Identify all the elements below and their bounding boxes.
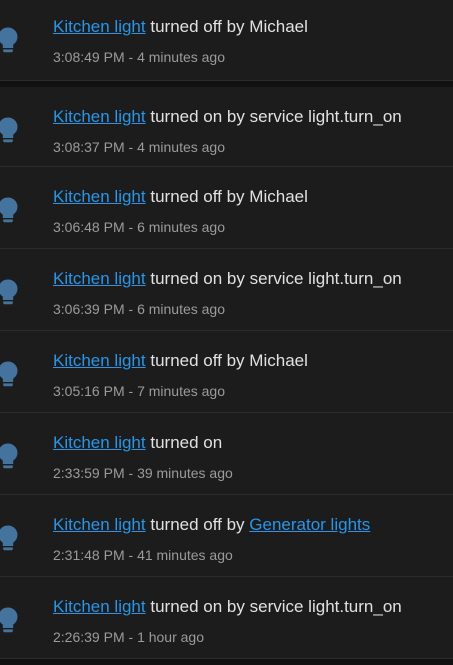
time-separator: - xyxy=(124,383,138,399)
time-separator: - xyxy=(124,49,138,65)
entity-link-kitchen-light[interactable]: Kitchen light xyxy=(53,107,146,126)
entry-message: Kitchen light turned off by Michael xyxy=(53,17,308,37)
entry-time: 3:06:39 PM xyxy=(53,301,125,317)
entry-timestamp: 2:31:48 PM - 41 minutes ago xyxy=(53,547,233,563)
entry-timestamp: 3:06:48 PM - 6 minutes ago xyxy=(53,219,225,235)
entry-time: 3:08:37 PM xyxy=(53,139,125,155)
logbook-entry: Kitchen light turned on by service light… xyxy=(0,87,453,167)
time-separator: - xyxy=(124,139,138,155)
logbook-entry: Kitchen light turned off by Michael 3:05:… xyxy=(0,331,453,413)
entry-message: Kitchen light turned on xyxy=(53,433,222,453)
entry-actor: service light.turn_on xyxy=(249,269,402,288)
entry-relative-time: 4 minutes ago xyxy=(137,49,226,65)
entry-message: Kitchen light turned on by service light… xyxy=(53,597,402,617)
time-separator: - xyxy=(124,301,138,317)
entry-message: Kitchen light turned off by Generator li… xyxy=(53,515,370,535)
entry-actor: Michael xyxy=(249,187,308,206)
entity-link-kitchen-light[interactable]: Kitchen light xyxy=(53,597,146,616)
lightbulb-icon xyxy=(0,524,20,552)
entity-link-kitchen-light[interactable]: Kitchen light xyxy=(53,351,146,370)
entry-action: turned off by xyxy=(150,17,245,36)
entry-time: 3:08:49 PM xyxy=(53,49,125,65)
entry-actor: Michael xyxy=(249,17,308,36)
entry-actor: service light.turn_on xyxy=(249,107,402,126)
entry-timestamp: 3:08:49 PM - 4 minutes ago xyxy=(53,49,225,65)
lightbulb-icon xyxy=(0,26,20,54)
logbook-entry: Kitchen light turned on by service light… xyxy=(0,249,453,331)
entry-action: turned on by xyxy=(150,269,245,288)
entry-action: turned off by xyxy=(150,351,245,370)
logbook-entry: Kitchen light turned off by Generator li… xyxy=(0,495,453,577)
entry-actor: service light.turn_on xyxy=(249,597,402,616)
entry-message: Kitchen light turned off by Michael xyxy=(53,351,308,371)
time-separator: - xyxy=(124,219,138,235)
time-separator: - xyxy=(124,547,138,563)
time-separator: - xyxy=(124,629,138,645)
entry-message: Kitchen light turned on by service light… xyxy=(53,269,402,289)
entry-action: turned on by xyxy=(150,107,245,126)
entry-relative-time: 6 minutes ago xyxy=(137,219,226,235)
entry-relative-time: 6 minutes ago xyxy=(137,301,226,317)
entry-time: 2:33:59 PM xyxy=(53,465,125,481)
entry-timestamp: 3:05:16 PM - 7 minutes ago xyxy=(53,383,225,399)
logbook-entry: Kitchen light turned on 2:33:59 PM - 39 m… xyxy=(0,413,453,495)
entry-action: turned off by xyxy=(150,515,245,534)
logbook-entry: Kitchen light turned off by Michael 3:08:… xyxy=(0,0,453,81)
entry-timestamp: 2:26:39 PM - 1 hour ago xyxy=(53,629,204,645)
time-separator: - xyxy=(124,465,138,481)
entry-relative-time: 41 minutes ago xyxy=(137,547,233,563)
entity-link-kitchen-light[interactable]: Kitchen light xyxy=(53,187,146,206)
entry-timestamp: 2:33:59 PM - 39 minutes ago xyxy=(53,465,233,481)
entry-time: 3:06:48 PM xyxy=(53,219,125,235)
entry-actor: Michael xyxy=(249,351,308,370)
entry-message: Kitchen light turned off by Michael xyxy=(53,187,308,207)
logbook-list: Kitchen light turned off by Michael 3:08:… xyxy=(0,0,453,665)
entity-link-kitchen-light[interactable]: Kitchen light xyxy=(53,269,146,288)
entry-time: 2:31:48 PM xyxy=(53,547,125,563)
entry-relative-time: 4 minutes ago xyxy=(137,139,226,155)
lightbulb-icon xyxy=(0,442,20,470)
entry-action: turned on by xyxy=(150,597,245,616)
lightbulb-icon xyxy=(0,278,20,306)
actor-link[interactable]: Generator lights xyxy=(249,515,370,534)
entry-action: turned on xyxy=(150,433,223,452)
entry-relative-time: 7 minutes ago xyxy=(137,383,226,399)
logbook-entry: Kitchen light turned on by service light… xyxy=(0,577,453,659)
logbook-entry: Kitchen light turned off by Michael 3:06:… xyxy=(0,167,453,249)
entity-link-kitchen-light[interactable]: Kitchen light xyxy=(53,17,146,36)
lightbulb-icon xyxy=(0,360,20,388)
lightbulb-icon xyxy=(0,116,20,144)
entity-link-kitchen-light[interactable]: Kitchen light xyxy=(53,433,146,452)
entry-action: turned off by xyxy=(150,187,245,206)
entry-timestamp: 3:08:37 PM - 4 minutes ago xyxy=(53,139,225,155)
entry-time: 3:05:16 PM xyxy=(53,383,125,399)
entry-time: 2:26:39 PM xyxy=(53,629,125,645)
entry-timestamp: 3:06:39 PM - 6 minutes ago xyxy=(53,301,225,317)
entity-link-kitchen-light[interactable]: Kitchen light xyxy=(53,515,146,534)
lightbulb-icon xyxy=(0,196,20,224)
entry-relative-time: 1 hour ago xyxy=(137,629,205,645)
lightbulb-icon xyxy=(0,606,20,634)
entry-message: Kitchen light turned on by service light… xyxy=(53,107,402,127)
entry-relative-time: 39 minutes ago xyxy=(137,465,233,481)
